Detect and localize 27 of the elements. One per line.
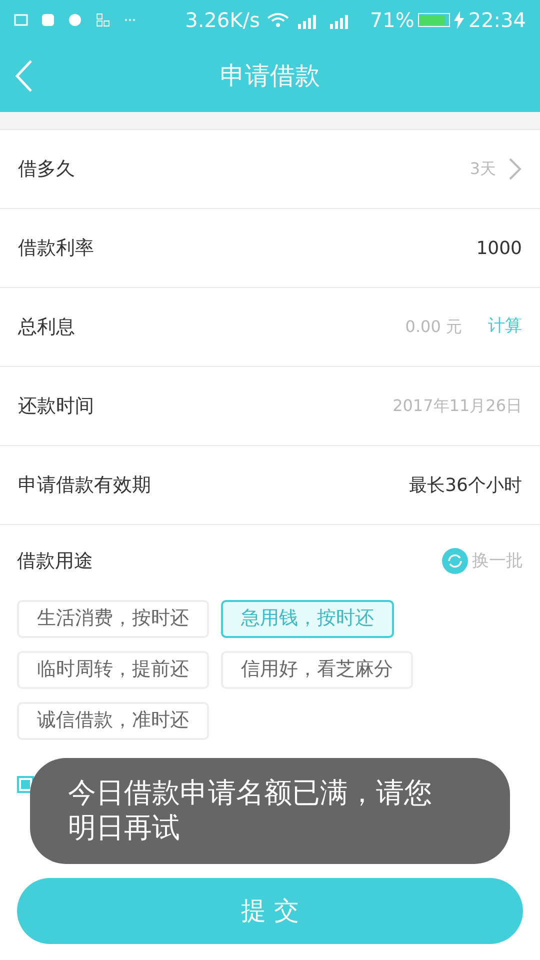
image-icon bbox=[14, 14, 28, 26]
row-label: 申请借款有效期 bbox=[18, 472, 151, 498]
page-title: 申请借款 bbox=[220, 60, 320, 92]
battery-icon bbox=[418, 13, 450, 27]
more-icon bbox=[124, 18, 136, 22]
charging-icon bbox=[454, 11, 464, 29]
row-label: 借款利率 bbox=[18, 236, 94, 261]
purpose-tag[interactable]: 信用好，看芝麻分 bbox=[221, 650, 413, 688]
clock: 22:34 bbox=[468, 7, 526, 34]
purpose-tag[interactable]: 诚信借款，准时还 bbox=[17, 702, 209, 740]
refresh-icon bbox=[442, 548, 468, 574]
row-label: 还款时间 bbox=[18, 394, 94, 419]
purpose-label: 借款用途 bbox=[17, 549, 93, 574]
purpose-tag[interactable]: 生活消费，按时还 bbox=[17, 600, 209, 638]
row-label: 总利息 bbox=[18, 314, 75, 340]
row-value: 0.00 元 bbox=[405, 316, 462, 338]
row-value: 最长36个小时 bbox=[409, 474, 522, 498]
network-speed: 3.26K/s bbox=[185, 7, 260, 34]
toast-message: 今日借款申请名额已满，请您明日再试 bbox=[68, 775, 433, 845]
battery-percent: 71% bbox=[370, 7, 414, 34]
row-value: 3天 bbox=[470, 158, 496, 180]
purpose-tag[interactable]: 临时周转，提前还 bbox=[17, 650, 209, 688]
row-value: 1000 bbox=[476, 236, 522, 260]
chevron-icon[interactable] bbox=[508, 157, 522, 181]
grid-icon bbox=[96, 13, 110, 27]
row-label: 借多久 bbox=[18, 156, 75, 182]
row-value: 2017年11月26日 bbox=[392, 395, 522, 417]
